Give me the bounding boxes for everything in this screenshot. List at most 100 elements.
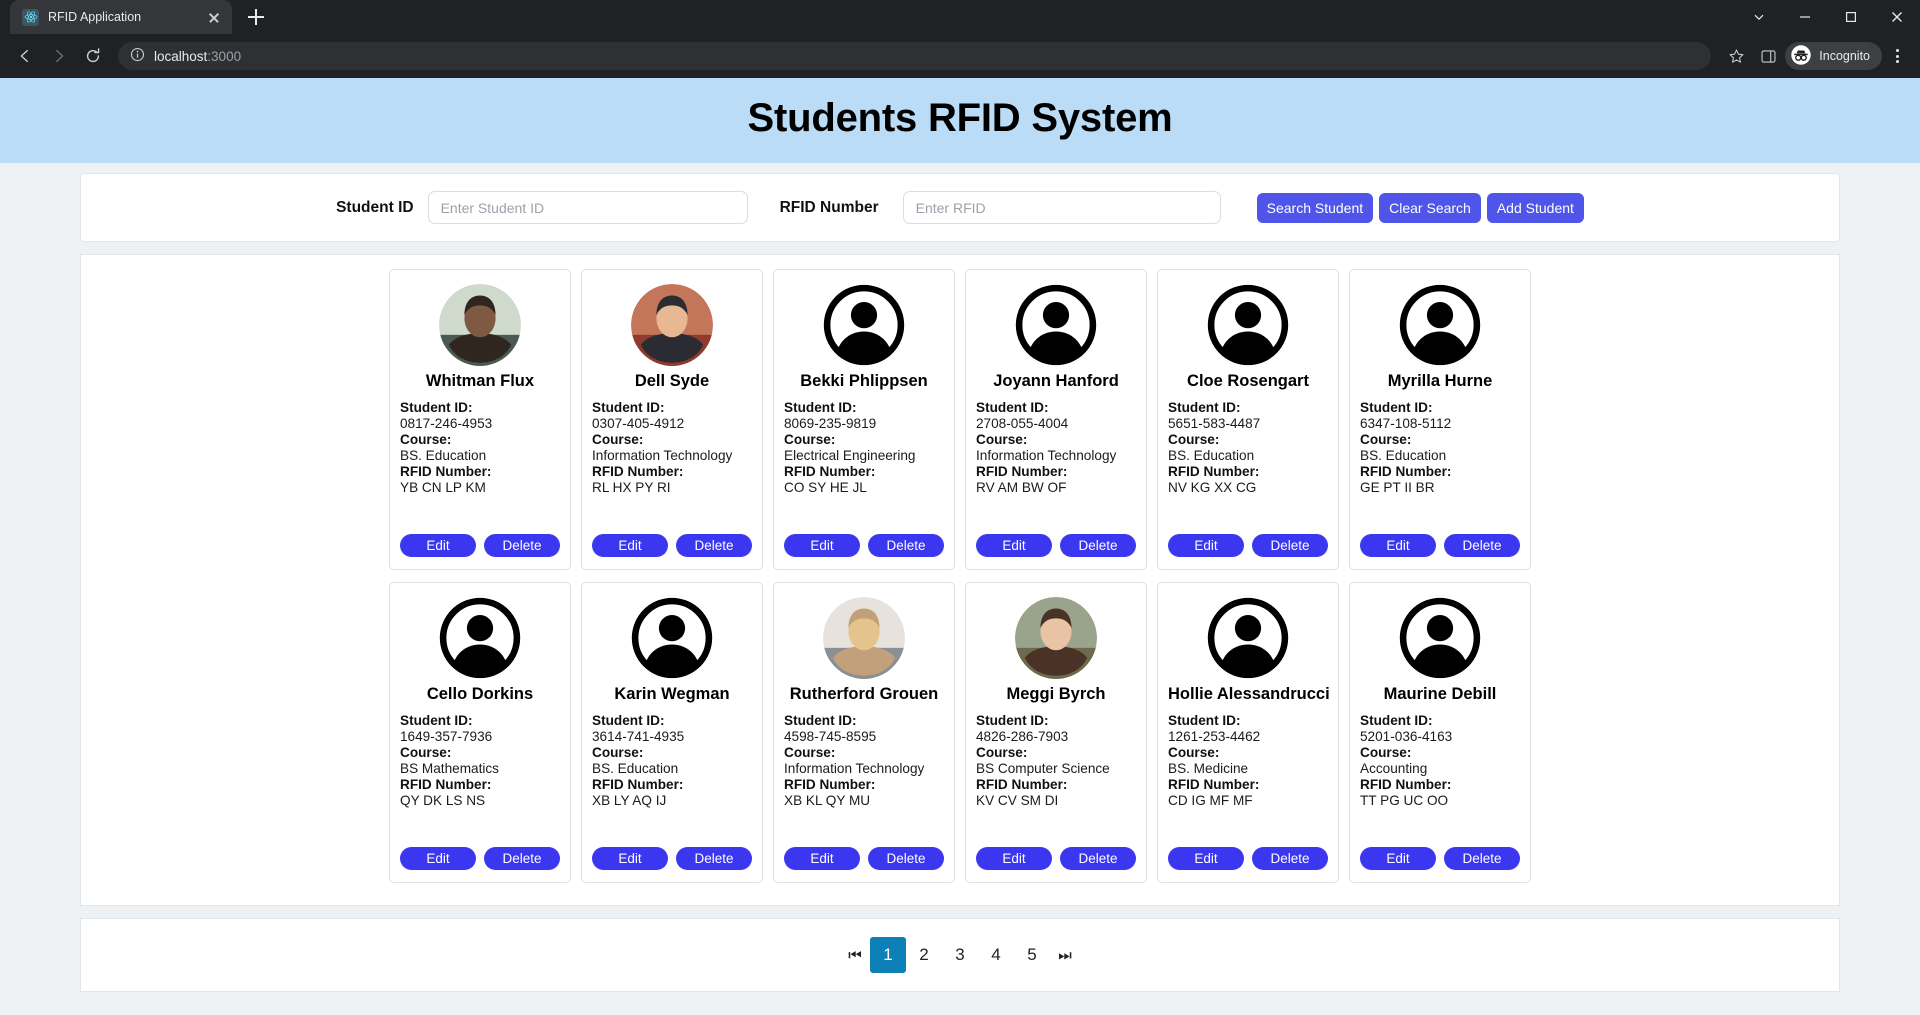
- edit-button[interactable]: Edit: [400, 847, 476, 870]
- student-card: Rutherford GrouenStudent ID:4598-745-859…: [773, 582, 955, 883]
- student-name: Cello Dorkins: [400, 685, 560, 704]
- first-page-button[interactable]: ⏮: [840, 937, 870, 973]
- student-avatar: [784, 284, 944, 366]
- page-button-1[interactable]: 1: [870, 937, 906, 973]
- browser-tab[interactable]: RFID Application: [10, 0, 232, 34]
- rfid-field: RFID Number:GE PT II BR: [1360, 464, 1520, 496]
- student-name: Myrilla Hurne: [1360, 372, 1520, 391]
- page-title: Students RFID System: [0, 96, 1920, 141]
- student-card: Dell SydeStudent ID:0307-405-4912Course:…: [581, 269, 763, 570]
- browser-menu-icon[interactable]: [1884, 42, 1910, 70]
- student-id-field-label: Student ID:: [592, 400, 752, 416]
- student-card: Whitman FluxStudent ID:0817-246-4953Cour…: [389, 269, 571, 570]
- edit-button[interactable]: Edit: [976, 847, 1052, 870]
- delete-button[interactable]: Delete: [868, 847, 944, 870]
- student-avatar: [1168, 284, 1328, 366]
- delete-button[interactable]: Delete: [1060, 534, 1136, 557]
- incognito-badge[interactable]: Incognito: [1785, 42, 1882, 70]
- delete-button[interactable]: Delete: [676, 847, 752, 870]
- course-field: Course:Electrical Engineering: [784, 432, 944, 464]
- delete-button[interactable]: Delete: [676, 534, 752, 557]
- course-field-label: Course:: [400, 745, 560, 761]
- close-window-button[interactable]: [1874, 0, 1920, 34]
- student-id-value: 8069-235-9819: [784, 416, 944, 432]
- card-actions: Edit Delete: [1360, 847, 1520, 870]
- card-actions: Edit Delete: [976, 534, 1136, 557]
- minimize-button[interactable]: [1782, 0, 1828, 34]
- delete-button[interactable]: Delete: [1444, 847, 1520, 870]
- student-avatar: [1360, 284, 1520, 366]
- add-student-button[interactable]: Add Student: [1487, 193, 1584, 223]
- edit-button[interactable]: Edit: [976, 534, 1052, 557]
- rfid-field: RFID Number:NV KG XX CG: [1168, 464, 1328, 496]
- delete-button[interactable]: Delete: [868, 534, 944, 557]
- rfid-field: RFID Number:XB LY AQ IJ: [592, 777, 752, 809]
- clear-search-button[interactable]: Clear Search: [1379, 193, 1481, 223]
- rfid-input[interactable]: [903, 191, 1221, 224]
- card-spacer: [1360, 496, 1520, 526]
- rfid-value: TT PG UC OO: [1360, 793, 1520, 809]
- student-id-value: 0817-246-4953: [400, 416, 560, 432]
- student-card: Karin WegmanStudent ID:3614-741-4935Cour…: [581, 582, 763, 883]
- edit-button[interactable]: Edit: [784, 534, 860, 557]
- student-photo: [823, 597, 905, 679]
- student-id-field: Student ID:1261-253-4462: [1168, 713, 1328, 745]
- rfid-field: RFID Number:RL HX PY RI: [592, 464, 752, 496]
- rfid-field-label: RFID Number:: [400, 777, 560, 793]
- delete-button[interactable]: Delete: [484, 534, 560, 557]
- site-info-icon[interactable]: [130, 47, 145, 65]
- course-field: Course:BS. Medicine: [1168, 745, 1328, 777]
- new-tab-button[interactable]: [242, 3, 270, 31]
- delete-button[interactable]: Delete: [484, 847, 560, 870]
- maximize-button[interactable]: [1828, 0, 1874, 34]
- toolbar-actions: Incognito: [1721, 41, 1910, 71]
- page-button-4[interactable]: 4: [978, 937, 1014, 973]
- default-user-icon: [1399, 597, 1481, 679]
- card-actions: Edit Delete: [1168, 534, 1328, 557]
- page-button-5[interactable]: 5: [1014, 937, 1050, 973]
- close-tab-icon[interactable]: [205, 8, 223, 26]
- edit-button[interactable]: Edit: [400, 534, 476, 557]
- edit-button[interactable]: Edit: [592, 847, 668, 870]
- edit-button[interactable]: Edit: [1168, 534, 1244, 557]
- last-page-button[interactable]: ⏭: [1050, 937, 1080, 973]
- edit-button[interactable]: Edit: [784, 847, 860, 870]
- side-panel-icon[interactable]: [1753, 41, 1783, 71]
- page-button-2[interactable]: 2: [906, 937, 942, 973]
- address-bar[interactable]: localhost:3000: [118, 42, 1711, 70]
- edit-button[interactable]: Edit: [1360, 534, 1436, 557]
- rfid-field-label: RFID Number:: [1168, 777, 1328, 793]
- student-card: Meggi ByrchStudent ID:4826-286-7903Cours…: [965, 582, 1147, 883]
- delete-button[interactable]: Delete: [1252, 534, 1328, 557]
- student-id-field-label: Student ID:: [400, 713, 560, 729]
- course-value: BS Computer Science: [976, 761, 1136, 777]
- edit-button[interactable]: Edit: [1360, 847, 1436, 870]
- card-spacer: [784, 809, 944, 839]
- course-field-label: Course:: [400, 432, 560, 448]
- delete-button[interactable]: Delete: [1252, 847, 1328, 870]
- course-field-label: Course:: [1360, 745, 1520, 761]
- rfid-field: RFID Number:RV AM BW OF: [976, 464, 1136, 496]
- student-avatar: [976, 597, 1136, 679]
- forward-icon[interactable]: [44, 41, 74, 71]
- student-id-input[interactable]: [428, 191, 748, 224]
- react-logo-icon: [22, 9, 39, 26]
- rfid-field-label: RFID Number:: [400, 464, 560, 480]
- delete-button[interactable]: Delete: [1060, 847, 1136, 870]
- page-viewport: Students RFID System Student ID RFID Num…: [0, 78, 1920, 1015]
- student-name: Karin Wegman: [592, 685, 752, 704]
- reload-icon[interactable]: [78, 41, 108, 71]
- edit-button[interactable]: Edit: [592, 534, 668, 557]
- search-student-button[interactable]: Search Student: [1257, 193, 1374, 223]
- chevron-down-icon[interactable]: [1736, 0, 1782, 34]
- page-button-3[interactable]: 3: [942, 937, 978, 973]
- tab-title: RFID Application: [48, 10, 196, 24]
- course-field: Course:BS Mathematics: [400, 745, 560, 777]
- card-actions: Edit Delete: [400, 534, 560, 557]
- back-icon[interactable]: [10, 41, 40, 71]
- edit-button[interactable]: Edit: [1168, 847, 1244, 870]
- bookmark-star-icon[interactable]: [1721, 41, 1751, 71]
- student-id-field-label: Student ID:: [976, 713, 1136, 729]
- course-field-label: Course:: [592, 432, 752, 448]
- delete-button[interactable]: Delete: [1444, 534, 1520, 557]
